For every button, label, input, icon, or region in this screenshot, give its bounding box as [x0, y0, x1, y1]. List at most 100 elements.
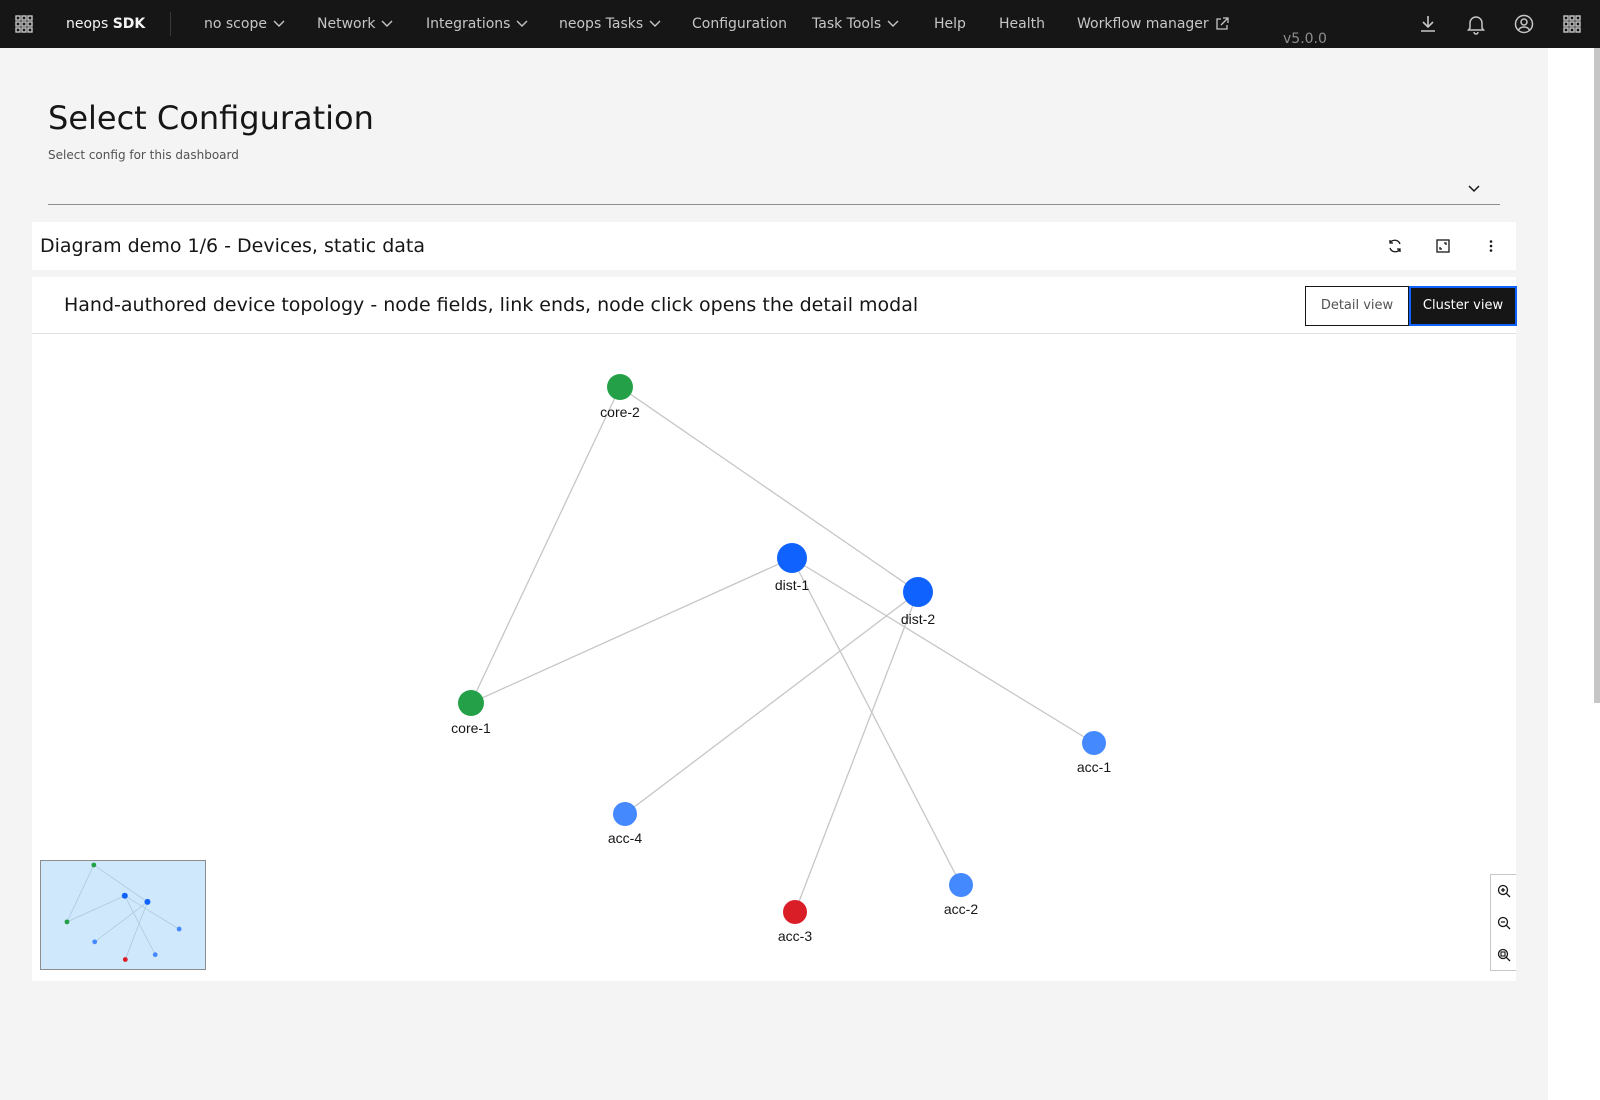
topology-link[interactable] [624, 591, 919, 815]
topology-link[interactable] [619, 386, 919, 593]
node-circle[interactable] [783, 900, 807, 924]
brand-suffix: SDK [112, 16, 146, 32]
topology-node-dist-2[interactable]: dist-2 [901, 577, 935, 627]
nav-item-label: neops Tasks [559, 16, 644, 32]
minimap-node [92, 939, 98, 945]
minimap-node [152, 952, 158, 958]
nav-item-network[interactable]: Network [317, 0, 393, 48]
config-select[interactable] [48, 170, 1500, 204]
topology-link[interactable] [791, 557, 1095, 744]
node-label: core-2 [600, 404, 640, 420]
version-label: v5.0.0 [1283, 31, 1327, 47]
topology-node-acc-1[interactable]: acc-1 [1077, 731, 1111, 775]
zoom-out-icon[interactable] [1496, 915, 1512, 931]
refresh-icon[interactable] [1387, 238, 1403, 254]
app-switcher-icon[interactable] [15, 15, 33, 33]
nav-item-label: Help [934, 16, 966, 32]
minimap-link [124, 895, 156, 955]
topology-node-acc-4[interactable]: acc-4 [608, 802, 642, 846]
topology-node-acc-3[interactable]: acc-3 [778, 900, 812, 944]
topology-node-dist-1[interactable]: dist-1 [775, 543, 809, 593]
nav-item-scope[interactable]: no scope [204, 0, 285, 48]
node-label: dist-1 [775, 577, 809, 593]
chevron-down-icon [887, 20, 899, 27]
external-link-icon [1216, 17, 1229, 30]
brand-prefix: neops [66, 16, 113, 32]
topology-nodes: core-2 core-1 dist-1 dist-2 acc-1 acc-2 acc-3 a… [451, 374, 1111, 944]
minimap-node [91, 862, 97, 868]
overflow-menu-icon[interactable] [1483, 238, 1499, 254]
node-label: core-1 [451, 720, 491, 736]
maximize-icon[interactable] [1435, 238, 1451, 254]
node-label: dist-2 [901, 611, 935, 627]
nav-item-neops-tasks[interactable]: neops Tasks [559, 0, 661, 48]
topology-link[interactable] [791, 557, 962, 886]
nav-item-label: Network [317, 16, 376, 32]
zoom-in-icon[interactable] [1496, 883, 1512, 899]
minimap-link [66, 864, 95, 923]
diagram-title: Hand-authored device topology - node fie… [64, 294, 919, 316]
node-circle[interactable] [458, 690, 484, 716]
brand-name[interactable]: neops SDK [66, 0, 145, 48]
topology-link[interactable] [794, 591, 919, 913]
download-icon[interactable] [1416, 12, 1440, 36]
minimap-node [144, 898, 151, 905]
node-circle[interactable] [777, 543, 807, 573]
notification-icon[interactable] [1464, 12, 1488, 36]
detail-view-button[interactable]: Detail view [1305, 286, 1409, 326]
config-select-label: Select config for this dashboard [48, 148, 239, 162]
minimap-diagram [64, 862, 182, 962]
nav-item-configuration[interactable]: Configuration [692, 0, 787, 48]
nav-item-health[interactable]: Health [999, 0, 1045, 48]
zoom-controls [1490, 874, 1516, 971]
zoom-fit-icon[interactable] [1496, 947, 1512, 963]
nav-item-label: Configuration [692, 16, 787, 32]
node-label: acc-1 [1077, 759, 1111, 775]
topology-diagram[interactable]: core-2 core-1 dist-1 dist-2 acc-1 acc-2 acc-3 a… [32, 334, 1516, 980]
topology-link[interactable] [470, 386, 621, 704]
chevron-down-icon [649, 20, 661, 27]
topology-node-acc-2[interactable]: acc-2 [944, 873, 978, 917]
minimap-node [122, 957, 128, 962]
nav-item-label: Health [999, 16, 1045, 32]
minimap[interactable] [40, 860, 206, 970]
nav-item-label: Workflow manager [1077, 16, 1209, 32]
nav-item-task-tools[interactable]: Task Tools [812, 0, 899, 48]
nav-item-help[interactable]: Help [934, 0, 966, 48]
page-title: Select Configuration [48, 99, 374, 137]
node-circle[interactable] [903, 577, 933, 607]
node-label: acc-3 [778, 928, 812, 944]
node-circle[interactable] [607, 374, 633, 400]
config-select-underline [48, 204, 1500, 205]
topology-links [470, 386, 1095, 913]
panel-title: Diagram demo 1/6 - Devices, static data [40, 235, 426, 257]
nav-item-label: Task Tools [812, 16, 882, 32]
scrollbar-track[interactable] [1548, 48, 1600, 1100]
node-label: acc-2 [944, 901, 978, 917]
scrollbar-thumb[interactable] [1594, 48, 1600, 703]
cluster-view-button[interactable]: Cluster view [1409, 286, 1517, 326]
nav-item-workflow-manager[interactable]: Workflow manager [1077, 0, 1229, 48]
minimap-node [121, 892, 128, 899]
nav-divider [170, 12, 171, 36]
node-label: acc-4 [608, 830, 642, 846]
diagram-card-header: Hand-authored device topology - node fie… [32, 277, 1517, 334]
minimap-link [124, 895, 180, 930]
chevron-down-icon[interactable] [1466, 180, 1482, 196]
nav-item-label: no scope [204, 16, 267, 32]
minimap-node [176, 926, 182, 932]
panel-header: Diagram demo 1/6 - Devices, static data [32, 222, 1516, 270]
node-circle[interactable] [613, 802, 637, 826]
diagram-card: Hand-authored device topology - node fie… [32, 277, 1517, 981]
grid-menu-icon[interactable] [1560, 12, 1584, 36]
minimap-node [64, 919, 70, 925]
minimap-link [93, 864, 148, 903]
chevron-down-icon [273, 20, 285, 27]
minimap-link [66, 895, 125, 923]
node-circle[interactable] [949, 873, 973, 897]
user-avatar-icon[interactable] [1512, 12, 1536, 36]
nav-item-integrations[interactable]: Integrations [426, 0, 528, 48]
topology-link[interactable] [470, 557, 793, 704]
chevron-down-icon [381, 20, 393, 27]
node-circle[interactable] [1082, 731, 1106, 755]
